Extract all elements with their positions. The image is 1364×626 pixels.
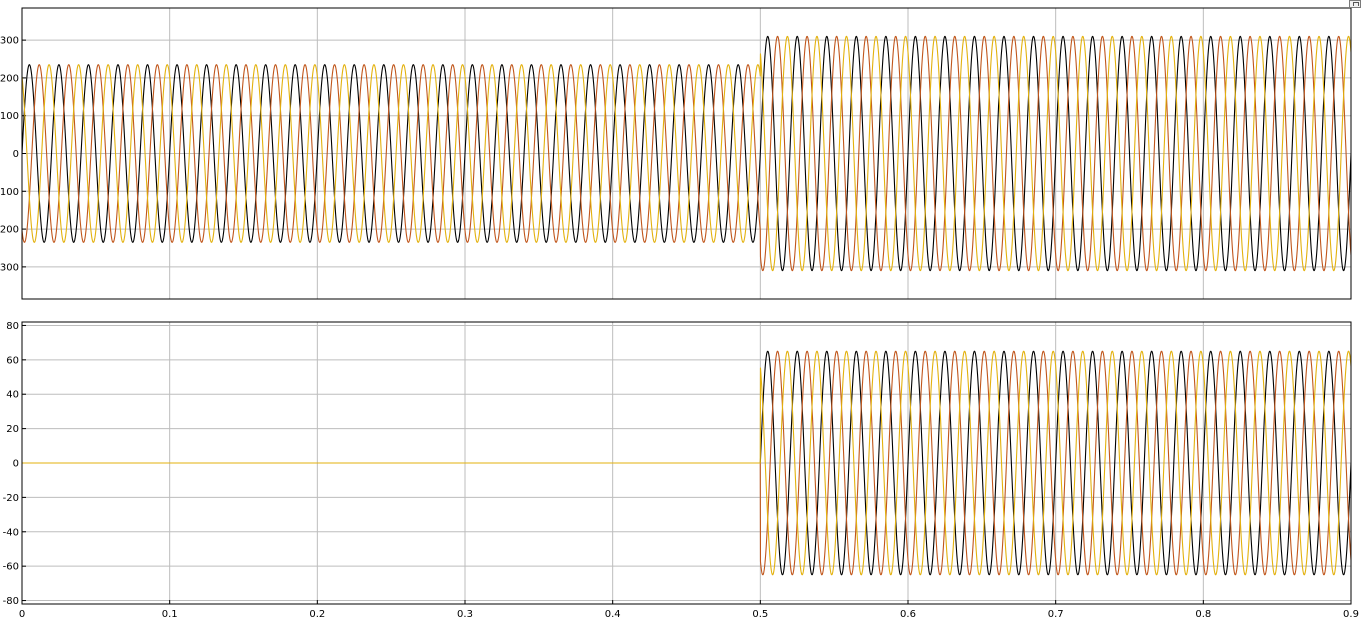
y-tick-label: 80 (6, 321, 19, 332)
y-tick-label: -300 (0, 262, 19, 273)
restore-icon[interactable] (1349, 0, 1361, 8)
y-tick-label: 200 (0, 73, 19, 84)
x-tick-label: 0.9 (1343, 609, 1359, 620)
y-tick-label: -20 (3, 493, 19, 504)
x-tick-label: 0.7 (1048, 609, 1064, 620)
x-tick-label: 0.6 (900, 609, 916, 620)
x-tick-label: 0.2 (309, 609, 325, 620)
y-tick-label: 0 (13, 149, 19, 160)
y-tick-label: -80 (3, 596, 19, 607)
y-tick-label: -60 (3, 562, 19, 573)
current-axes: -80 -60 -40 -20 0 20 40 60 80 0 0.1 0.2 0.3 0.4 0.5 0.6… (3, 321, 1359, 620)
x-tick-label: 0.3 (457, 609, 473, 620)
y-tick-label: 100 (0, 111, 19, 122)
x-tick-label: 0.5 (752, 609, 768, 620)
x-tick-label: 0.4 (605, 609, 621, 620)
x-tick-label: 0.8 (1195, 609, 1211, 620)
y-tick-label: -200 (0, 225, 19, 236)
y-tick-label: -40 (3, 527, 19, 538)
y-tick-label: 300 (0, 36, 19, 47)
y-tick-label: 20 (6, 424, 19, 435)
x-tick-label: 0.1 (162, 609, 178, 620)
y-tick-label: 0 (13, 459, 19, 470)
y-tick-label: -100 (0, 187, 19, 198)
voltage-axes: -300 -200 -100 0 100 200 300 (0, 7, 1352, 300)
y-tick-label: 40 (6, 390, 19, 401)
x-tick-label: 0 (19, 609, 25, 620)
y-tick-label: 60 (6, 355, 19, 366)
scope-figure: -300-200-1000100200300 -80-60-40-2002040… (0, 7, 1359, 620)
